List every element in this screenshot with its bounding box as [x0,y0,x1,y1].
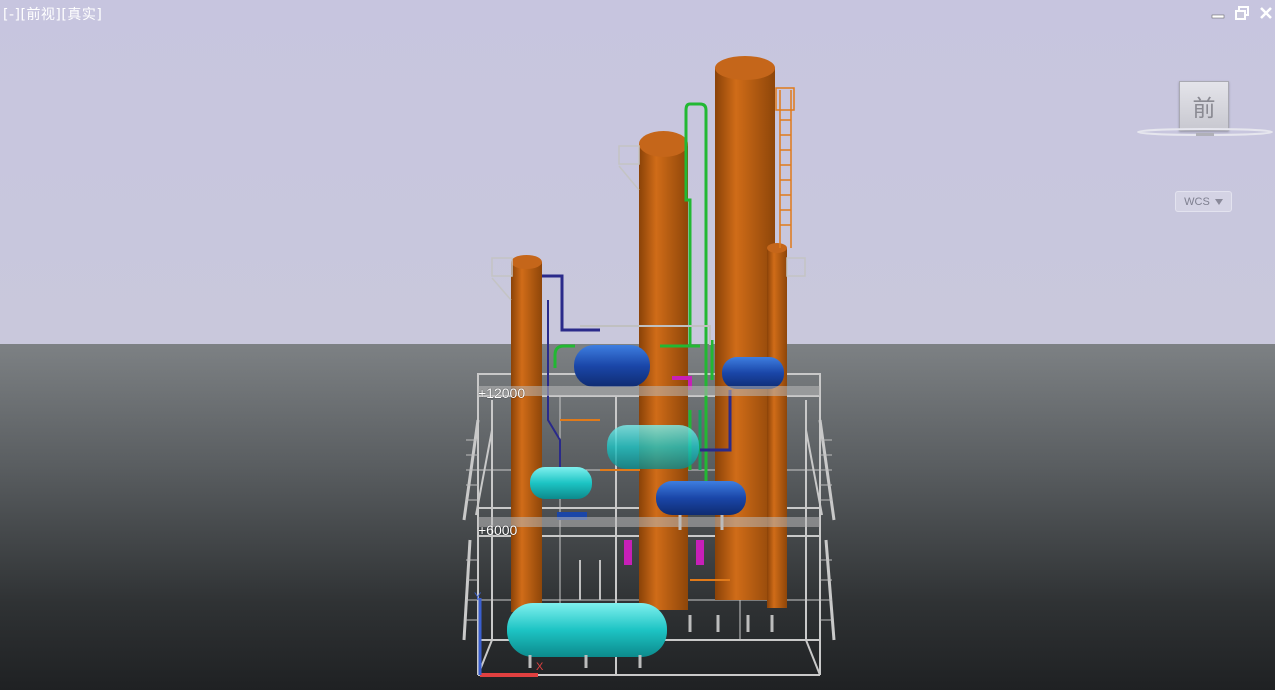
chevron-down-icon [1214,198,1223,205]
elevation-label: +6000 [478,522,518,538]
viewcube-compass-ring[interactable] [1136,127,1274,139]
svg-text:Y: Y [474,591,482,603]
ladder [775,87,795,248]
distillation-columns[interactable] [511,56,787,612]
viewport-controls-label[interactable]: [-][前视][真实] [3,4,102,24]
minimize-icon[interactable] [1210,5,1226,21]
viewcube-front-face[interactable]: 前 [1179,81,1229,131]
close-icon[interactable] [1258,5,1274,21]
elevation-label: +12000 [478,385,526,401]
restore-icon[interactable] [1234,5,1250,21]
svg-text:X: X [536,661,544,673]
wcs-label: WCS [1184,195,1210,208]
3d-viewport[interactable]: X Y +12000 +6000 [-][前视][真实] 前 WCS [0,0,1275,690]
plant-model[interactable]: X Y [0,0,1275,690]
wcs-dropdown[interactable]: WCS [1175,191,1232,212]
